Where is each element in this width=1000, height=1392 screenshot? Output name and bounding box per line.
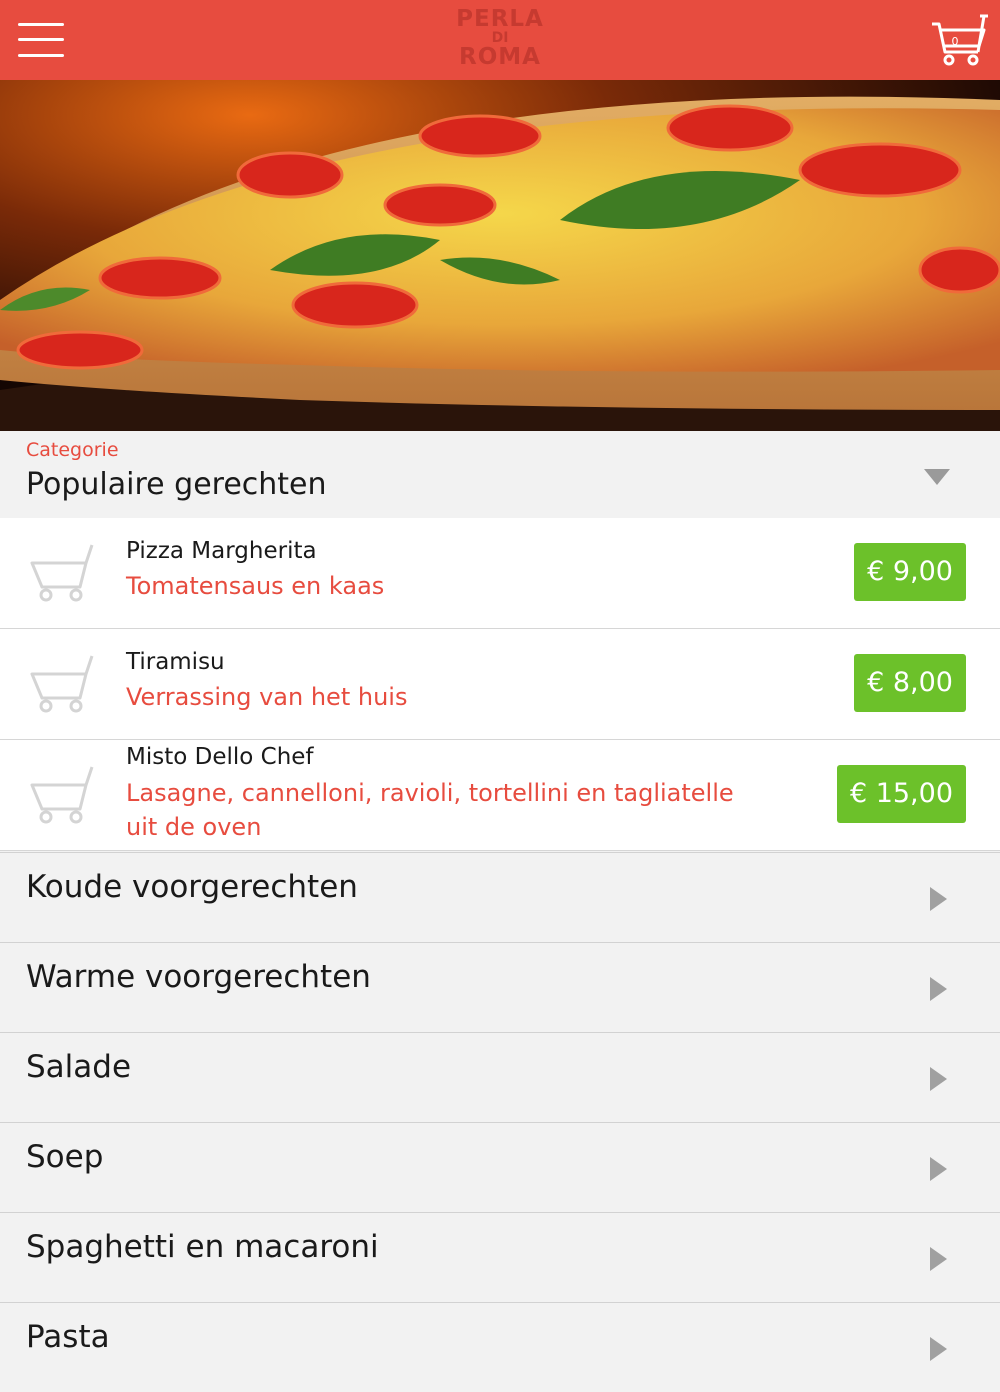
category-row[interactable]: Salade: [0, 1032, 1000, 1122]
dish-description: Verrassing van het huis: [126, 683, 408, 711]
category-row-label: Warme voorgerechten: [26, 959, 371, 995]
dish-name: Pizza Margherita: [126, 538, 317, 564]
price-button[interactable]: € 9,00: [854, 543, 966, 601]
add-to-cart-icon[interactable]: [30, 543, 100, 603]
add-to-cart-icon[interactable]: [30, 765, 100, 825]
logo-line-1: PERLA: [456, 6, 544, 32]
hamburger-menu-icon[interactable]: [18, 23, 64, 57]
category-row-label: Koude voorgerechten: [26, 869, 358, 905]
cart-count: 0: [951, 35, 959, 48]
dish-item[interactable]: Misto Dello Chef Lasagne, cannelloni, ra…: [0, 740, 1000, 851]
category-row-label: Soep: [26, 1139, 104, 1175]
category-row[interactable]: Soep: [0, 1122, 1000, 1212]
category-row[interactable]: Koude voorgerechten: [0, 852, 1000, 942]
chevron-right-icon: [930, 1067, 947, 1091]
popular-dishes-list: Pizza Margherita Tomatensaus en kaas € 9…: [0, 518, 1000, 851]
category-row-label: Salade: [26, 1049, 132, 1085]
add-to-cart-icon[interactable]: [30, 654, 100, 714]
dish-description: Tomatensaus en kaas: [126, 572, 385, 600]
chevron-right-icon: [930, 887, 947, 911]
dish-name: Tiramisu: [126, 649, 225, 675]
dish-item[interactable]: Tiramisu Verrassing van het huis € 8,00: [0, 629, 1000, 740]
category-selected-value: Populaire gerechten: [26, 467, 327, 502]
category-row[interactable]: Warme voorgerechten: [0, 942, 1000, 1032]
chevron-right-icon: [930, 1157, 947, 1181]
category-row-label: Spaghetti en macaroni: [26, 1229, 379, 1265]
price-button[interactable]: € 15,00: [836, 765, 966, 823]
logo-line-3: ROMA: [459, 44, 541, 70]
price-button[interactable]: € 8,00: [854, 654, 966, 712]
category-label: Categorie: [26, 439, 119, 461]
dish-item[interactable]: Pizza Margherita Tomatensaus en kaas € 9…: [0, 518, 1000, 629]
category-row[interactable]: Spaghetti en macaroni: [0, 1212, 1000, 1302]
hero-pizza-image: [0, 80, 1000, 431]
shopping-cart-button[interactable]: 0: [930, 14, 990, 68]
chevron-right-icon: [930, 1337, 947, 1361]
category-row-label: Pasta: [26, 1319, 110, 1355]
dropdown-triangle-icon: [924, 469, 950, 485]
app-header: PERLA DI ROMA 0: [0, 0, 1000, 80]
category-dropdown[interactable]: Categorie Populaire gerechten: [0, 431, 1000, 518]
restaurant-logo: PERLA DI ROMA: [440, 8, 560, 72]
category-row[interactable]: Pasta: [0, 1302, 1000, 1392]
category-list: Koude voorgerechten Warme voorgerechten …: [0, 852, 1000, 1392]
chevron-right-icon: [930, 977, 947, 1001]
dish-name: Misto Dello Chef: [126, 744, 314, 770]
chevron-right-icon: [930, 1247, 947, 1271]
dish-description: Lasagne, cannelloni, ravioli, tortellini…: [126, 779, 734, 841]
